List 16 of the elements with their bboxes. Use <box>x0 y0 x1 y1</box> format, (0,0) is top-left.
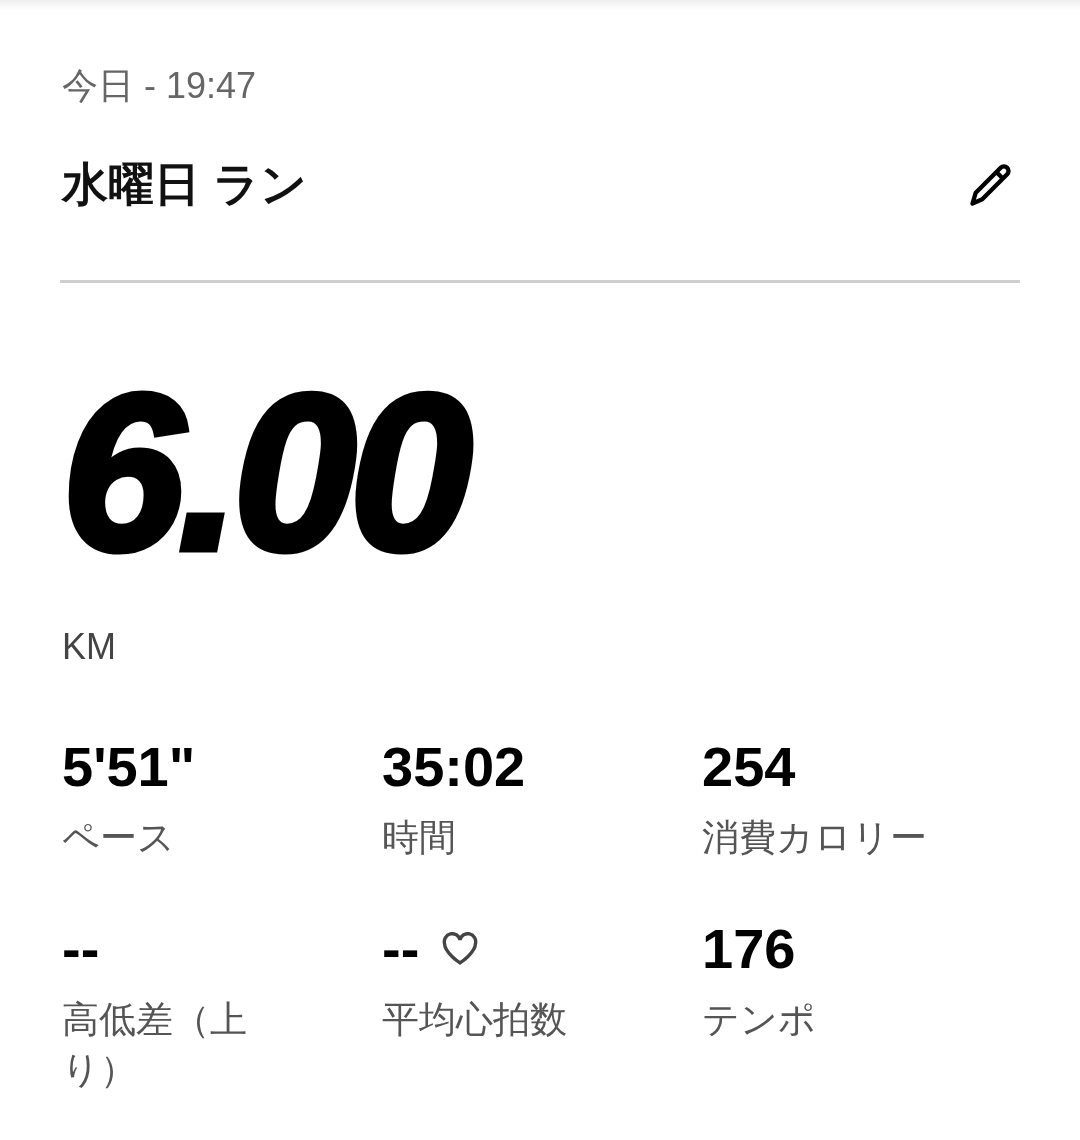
distance-unit: KM <box>62 625 117 669</box>
stat-label: 消費カロリー <box>702 816 928 860</box>
heart-icon <box>441 932 480 966</box>
stat-value: 35:02 <box>382 735 526 799</box>
stat-label: 時間 <box>382 816 457 860</box>
stat-value: 176 <box>702 917 796 981</box>
stat-value: -- <box>62 917 100 981</box>
stat-value: -- <box>382 917 420 981</box>
stat-label: 高低差（上り） <box>62 998 248 1092</box>
stat-value: 5'51" <box>62 735 196 799</box>
stat-label: ペース <box>62 816 176 860</box>
workout-title: 水曜日 ラン <box>62 157 307 212</box>
stat-label: テンポ <box>702 998 817 1042</box>
stat-label: 平均心拍数 <box>382 998 568 1042</box>
stat-value: 254 <box>702 735 796 799</box>
workout-date: 今日 - 19:47 <box>62 64 258 108</box>
